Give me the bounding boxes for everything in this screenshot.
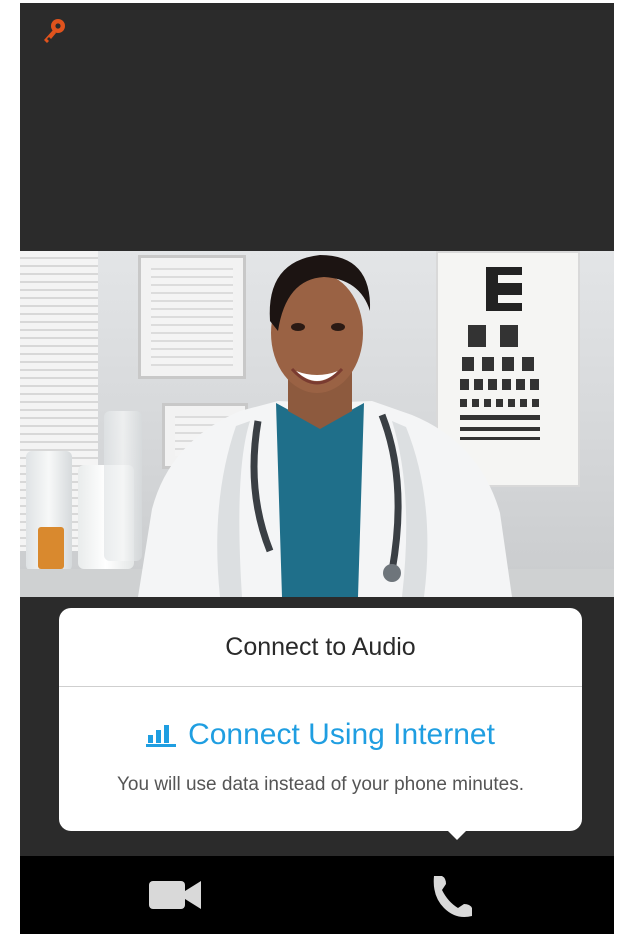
bottom-toolbar: [20, 856, 614, 934]
signal-bars-icon: [146, 725, 177, 747]
doctor-figure: [138, 255, 512, 597]
connect-using-internet-button[interactable]: Connect Using Internet: [59, 712, 582, 758]
connect-audio-popover: Connect to Audio Connect Using Internet …: [59, 608, 582, 831]
key-icon: [44, 19, 65, 43]
participant-video: [20, 251, 614, 597]
phone-icon: [433, 876, 472, 917]
popover-arrow: [446, 829, 468, 840]
meeting-screen: Connect to Audio Connect Using Internet …: [20, 3, 614, 934]
video-button[interactable]: [116, 856, 236, 934]
host-key-button[interactable]: [34, 11, 74, 51]
video-camera-icon: [149, 881, 201, 909]
audio-button[interactable]: [392, 856, 512, 934]
popover-description: You will use data instead of your phone …: [116, 774, 524, 795]
popover-divider: [59, 686, 582, 687]
connect-using-internet-label: Connect Using Internet: [188, 718, 495, 751]
popover-title: Connect to Audio: [225, 632, 416, 661]
